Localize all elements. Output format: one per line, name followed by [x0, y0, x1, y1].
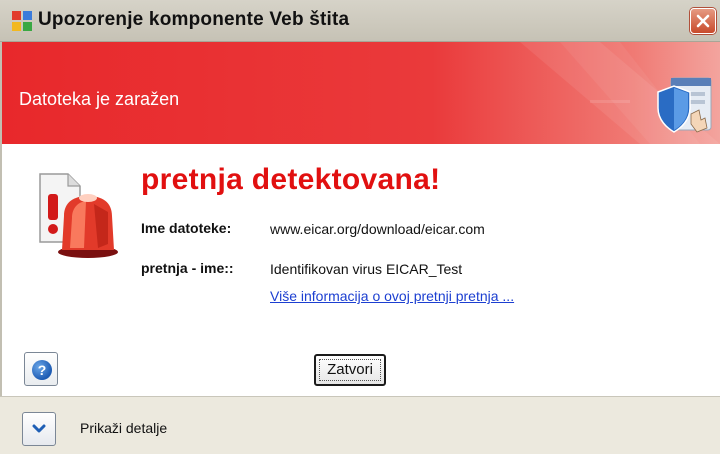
- close-button-label: Zatvori: [327, 361, 373, 378]
- window-title: Upozorenje komponente Veb štita: [38, 9, 350, 30]
- window-border: [0, 42, 2, 454]
- question-icon: ?: [32, 360, 52, 380]
- threat-heading: pretnja detektovana!: [141, 163, 441, 196]
- threat-name-label: pretnja - ime::: [141, 260, 234, 276]
- close-icon: [696, 14, 710, 28]
- app-logo-icon: [12, 11, 32, 31]
- alert-window: Upozorenje komponente Veb štita Datoteka…: [0, 0, 720, 454]
- close-button[interactable]: Zatvori: [314, 354, 386, 386]
- help-button[interactable]: ?: [24, 352, 58, 386]
- shield-icon: [657, 77, 712, 133]
- threat-name-value: Identifikovan virus EICAR_Test: [270, 261, 463, 277]
- chevron-down-icon: [32, 424, 46, 433]
- more-info-link[interactable]: Više informacija o ovoj pretnji pretnja …: [270, 288, 514, 304]
- file-name-label: Ime datoteke:: [141, 220, 232, 236]
- header-banner: Datoteka je zaražen: [0, 42, 720, 144]
- file-name-value: www.eicar.org/download/eicar.com: [270, 221, 485, 237]
- close-window-button[interactable]: [690, 8, 716, 34]
- alarm-siren-icon: [39, 173, 118, 258]
- title-bar[interactable]: Upozorenje komponente Veb štita: [0, 0, 720, 42]
- show-details-button[interactable]: [22, 412, 56, 446]
- show-details-label[interactable]: Prikaži detalje: [80, 420, 167, 436]
- banner-title: Datoteka je zaražen: [19, 89, 180, 109]
- footer-bar: Prikaži detalje: [0, 396, 720, 454]
